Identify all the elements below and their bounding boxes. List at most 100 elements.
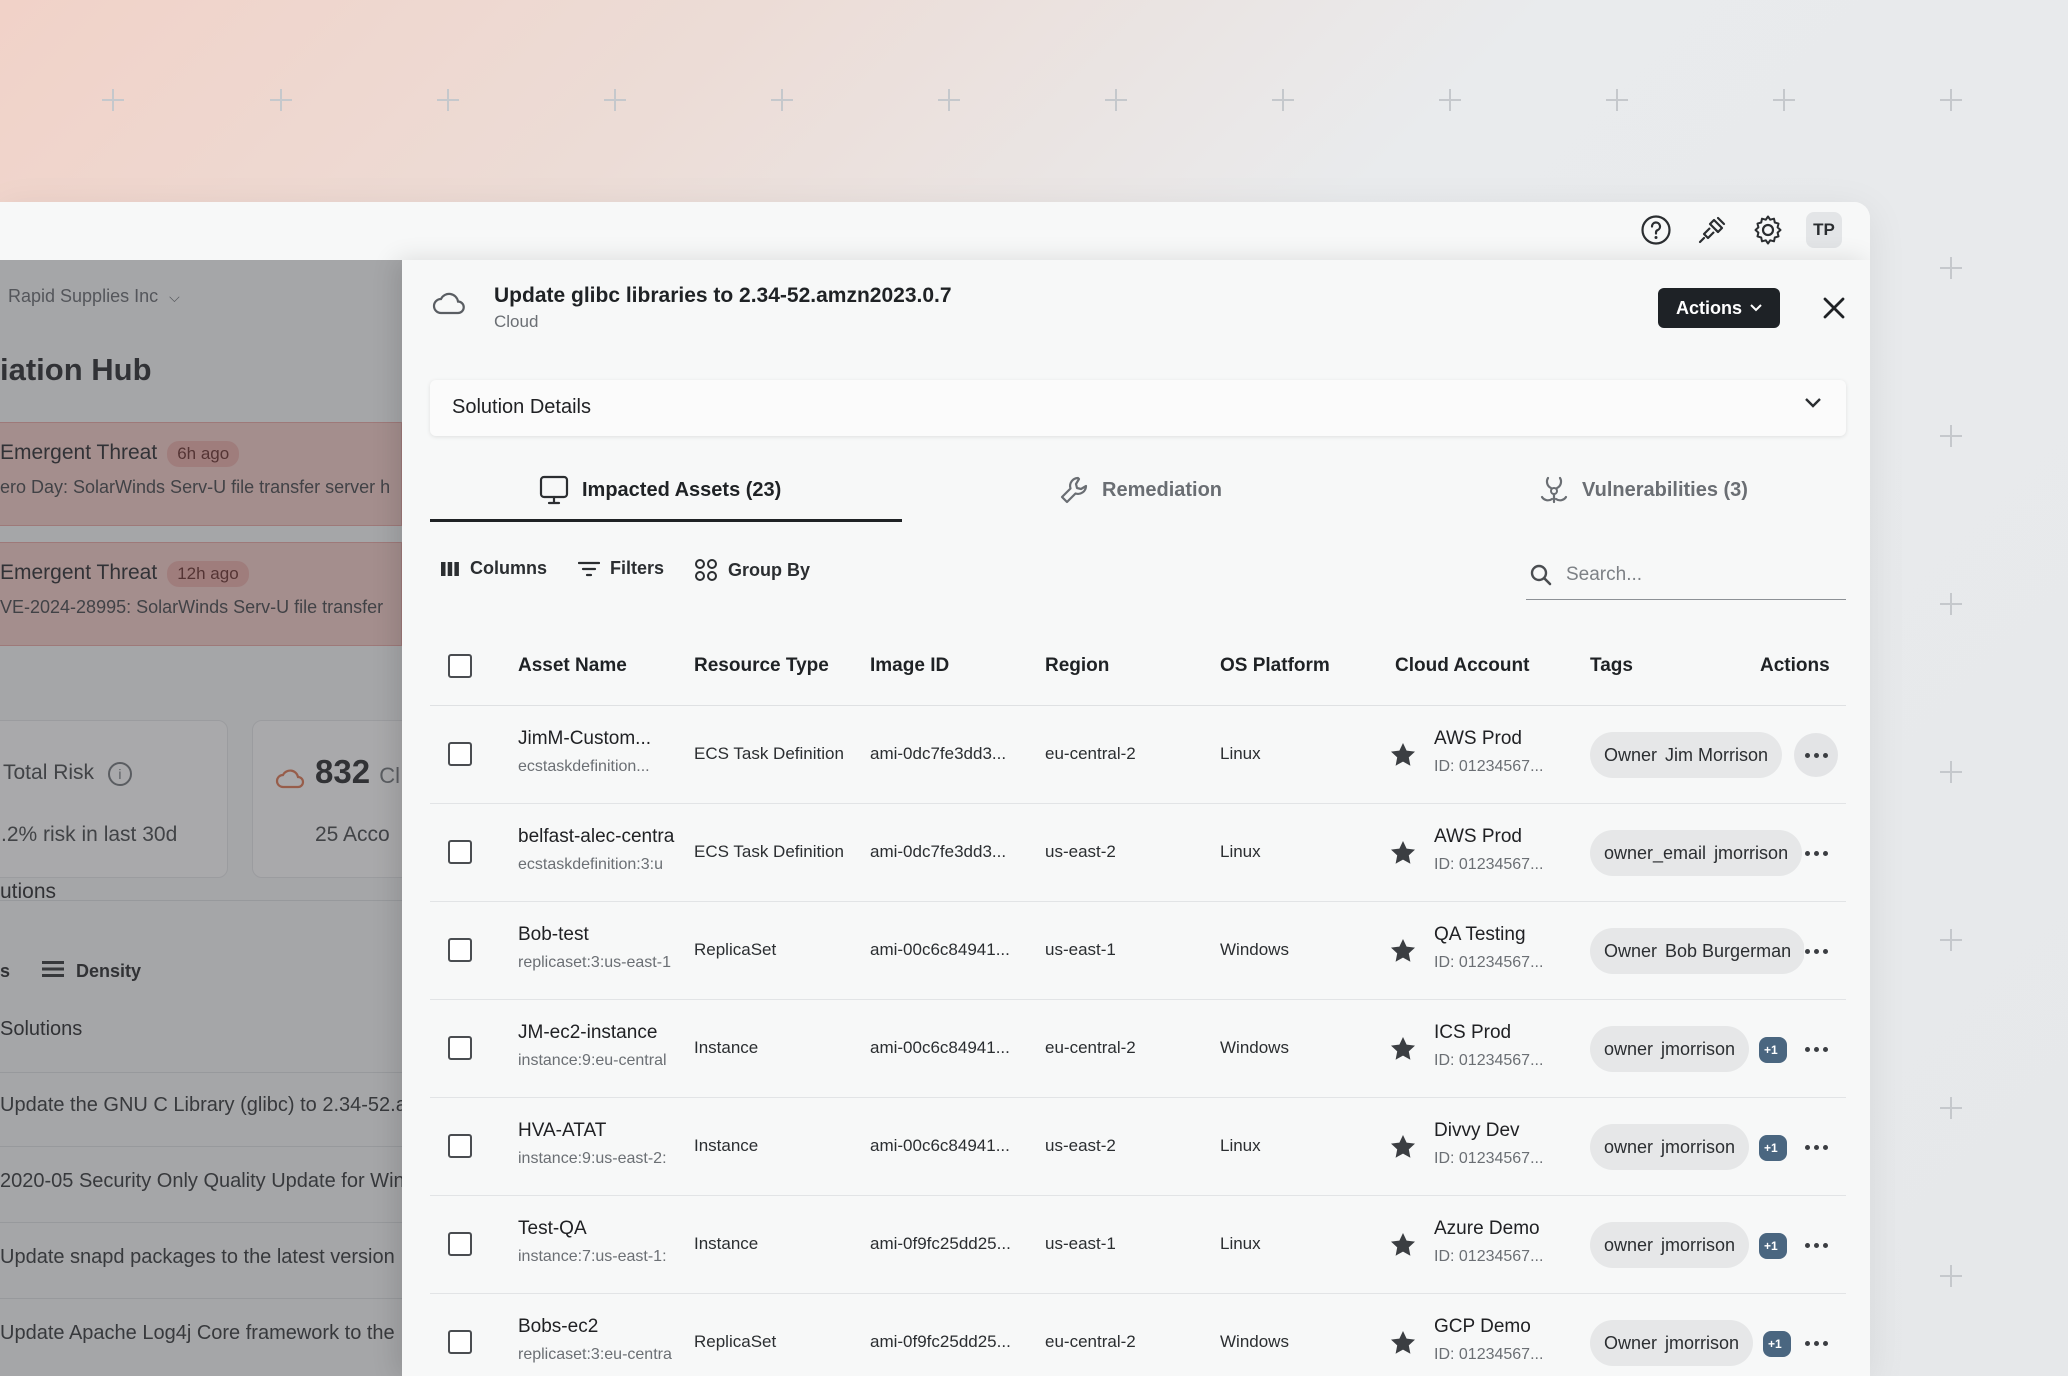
more-tags-badge[interactable]: +1	[1759, 1135, 1787, 1161]
grid-plus-mark	[102, 89, 124, 111]
more-tags-badge[interactable]: +1	[1759, 1037, 1787, 1063]
row-checkbox[interactable]	[448, 938, 472, 962]
grid-plus-mark	[1773, 89, 1795, 111]
table-row[interactable]: JM-ec2-instance instance:9:eu-central In…	[430, 1000, 1846, 1098]
row-actions-button[interactable]	[1794, 831, 1838, 875]
header-image-id[interactable]: Image ID	[870, 655, 949, 677]
row-checkbox[interactable]	[448, 1036, 472, 1060]
header-resource-type[interactable]: Resource Type	[694, 655, 829, 677]
close-button[interactable]	[1816, 288, 1852, 328]
biohazard-icon	[1540, 476, 1568, 504]
table-row[interactable]: Bob-test replicaset:3:us-east-1 ReplicaS…	[430, 902, 1846, 1000]
solution-details-accordion[interactable]: Solution Details	[430, 380, 1846, 436]
select-all-checkbox[interactable]	[448, 654, 472, 678]
asset-name[interactable]: Test-QA	[518, 1218, 678, 1240]
gear-icon[interactable]	[1750, 212, 1786, 248]
row-actions-button[interactable]	[1794, 929, 1838, 973]
region: eu-central-2	[1045, 1332, 1136, 1351]
asset-name[interactable]: Bobs-ec2	[518, 1316, 678, 1338]
asset-name[interactable]: JimM-Custom...	[518, 728, 678, 750]
modal-overlay[interactable]	[0, 260, 402, 1376]
tab-vulnerabilities[interactable]: Vulnerabilities (3)	[1538, 458, 1748, 522]
tag-key: owner_email	[1604, 842, 1707, 863]
os-platform: Windows	[1220, 940, 1289, 959]
table-row[interactable]: belfast-alec-centra ecstaskdefinition:3:…	[430, 804, 1846, 902]
row-checkbox[interactable]	[448, 1134, 472, 1158]
table-row[interactable]: Test-QA instance:7:us-east-1: Instance a…	[430, 1196, 1846, 1294]
cloud-account-id: ID: 01234567...	[1434, 954, 1544, 971]
tag-chip[interactable]: owner_email jmorrison	[1590, 830, 1803, 876]
image-id: ami-00c6c84941...	[870, 1038, 1010, 1057]
row-actions-button[interactable]	[1794, 733, 1838, 777]
image-id: ami-0dc7fe3dd3...	[870, 842, 1007, 861]
grid-plus-mark	[270, 89, 292, 111]
tag-chip[interactable]: Owner Jim Morrison	[1590, 732, 1783, 778]
search-input[interactable]	[1566, 563, 1826, 586]
actions-button[interactable]: Actions	[1658, 288, 1780, 328]
monitor-icon	[539, 475, 569, 505]
asset-id: instance:9:eu-central	[518, 1052, 667, 1069]
tag-key: Owner	[1604, 940, 1658, 961]
filters-button[interactable]: Filters	[578, 558, 664, 579]
table-row[interactable]: HVA-ATAT instance:9:us-east-2: Instance …	[430, 1098, 1846, 1196]
star-icon[interactable]	[1388, 936, 1418, 966]
plug-icon[interactable]	[1694, 212, 1730, 248]
group-by-button[interactable]: Group By	[694, 558, 810, 582]
row-checkbox[interactable]	[448, 1232, 472, 1256]
more-tags-badge[interactable]: +1	[1759, 1233, 1787, 1259]
help-circle-icon[interactable]	[1638, 212, 1674, 248]
solution-details-label: Solution Details	[452, 396, 591, 418]
search-field[interactable]	[1526, 550, 1846, 600]
row-checkbox[interactable]	[448, 742, 472, 766]
more-horizontal-icon	[1803, 948, 1830, 954]
tab-impacted-assets[interactable]: Impacted Assets (23)	[538, 458, 781, 522]
resource-type: ReplicaSet	[694, 940, 777, 959]
tag-chip[interactable]: Owner Bob Burgerman	[1590, 928, 1804, 974]
row-actions-button[interactable]	[1794, 1027, 1838, 1071]
row-actions-button[interactable]	[1794, 1223, 1838, 1267]
star-icon[interactable]	[1388, 1034, 1418, 1064]
tag-chip[interactable]: owner jmorrison	[1590, 1222, 1750, 1268]
tab-remediation[interactable]: Remediation	[1058, 458, 1222, 522]
row-checkbox[interactable]	[448, 1330, 472, 1354]
cloud-account-name: Azure Demo	[1434, 1218, 1540, 1239]
row-checkbox[interactable]	[448, 840, 472, 864]
drawer-subtitle: Cloud	[494, 312, 539, 331]
star-icon[interactable]	[1388, 1328, 1418, 1358]
asset-name[interactable]: belfast-alec-centra	[518, 826, 678, 848]
header-os-platform[interactable]: OS Platform	[1220, 655, 1330, 677]
table-row[interactable]: JimM-Custom... ecstaskdefinition... ECS …	[430, 706, 1846, 804]
more-tags-badge[interactable]: +1	[1763, 1331, 1791, 1357]
tag-chip[interactable]: owner jmorrison	[1590, 1124, 1750, 1170]
columns-button[interactable]: Columns	[440, 558, 547, 579]
asset-name[interactable]: HVA-ATAT	[518, 1120, 678, 1142]
row-actions-button[interactable]	[1794, 1321, 1838, 1365]
header-region[interactable]: Region	[1045, 655, 1109, 677]
row-actions-button[interactable]	[1794, 1125, 1838, 1169]
tag-chip[interactable]: owner jmorrison	[1590, 1026, 1750, 1072]
table-row[interactable]: Bobs-ec2 replicaset:3:eu-centra ReplicaS…	[430, 1294, 1846, 1376]
drawer-title: Update glibc libraries to 2.34-52.amzn20…	[494, 284, 952, 307]
star-icon[interactable]	[1388, 1230, 1418, 1260]
cloud-account-id: ID: 01234567...	[1434, 1346, 1544, 1363]
image-id: ami-0dc7fe3dd3...	[870, 744, 1007, 763]
header-asset-name[interactable]: Asset Name	[518, 655, 627, 677]
region: us-east-2	[1045, 842, 1116, 861]
resource-type: Instance	[694, 1038, 759, 1057]
tag-chip[interactable]: Owner jmorrison	[1590, 1320, 1754, 1366]
avatar[interactable]: TP	[1806, 212, 1842, 248]
cloud-account-id: ID: 01234567...	[1434, 1150, 1544, 1167]
asset-name[interactable]: Bob-test	[518, 924, 678, 946]
image-id: ami-0f9fc25dd25...	[870, 1332, 1011, 1351]
cloud-icon	[432, 290, 466, 321]
more-horizontal-icon	[1803, 850, 1830, 856]
star-icon[interactable]	[1388, 838, 1418, 868]
star-icon[interactable]	[1388, 1132, 1418, 1162]
header-tags[interactable]: Tags	[1590, 655, 1633, 677]
asset-name[interactable]: JM-ec2-instance	[518, 1022, 678, 1044]
star-icon[interactable]	[1388, 740, 1418, 770]
header-cloud-account[interactable]: Cloud Account	[1395, 655, 1529, 677]
cloud-account-id: ID: 01234567...	[1434, 1052, 1544, 1069]
region: us-east-1	[1045, 1234, 1116, 1253]
close-icon	[1823, 297, 1845, 319]
